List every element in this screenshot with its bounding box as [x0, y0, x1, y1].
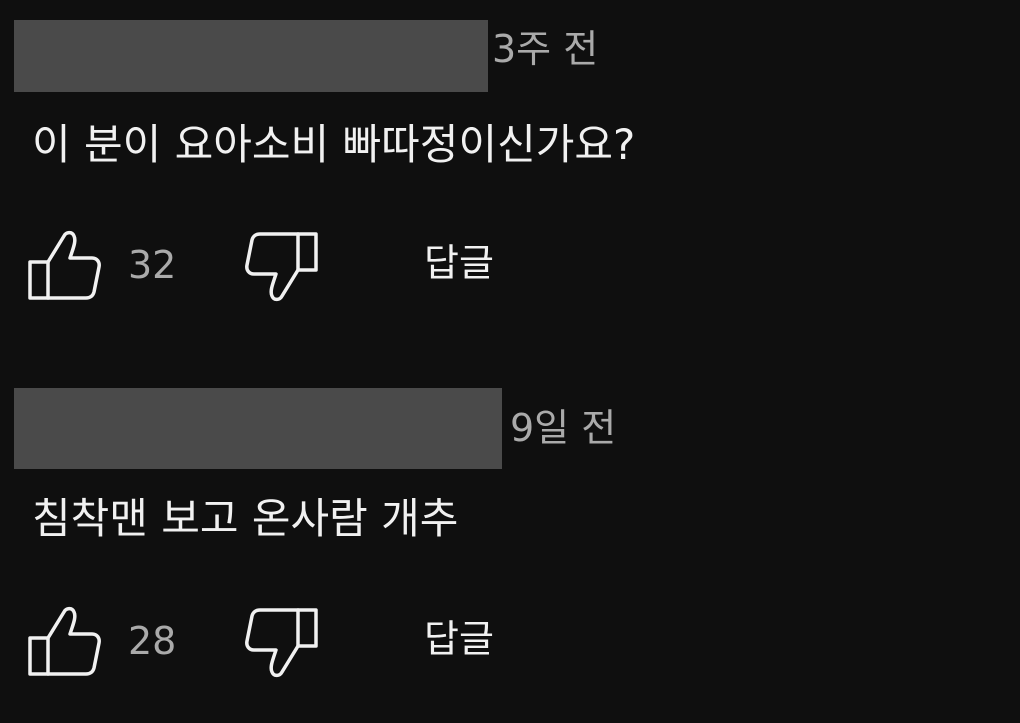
- reply-button[interactable]: 답글: [424, 244, 494, 282]
- comment-actions: 32 답글: [0, 228, 1020, 308]
- thumbs-down-icon: [245, 232, 318, 302]
- like-button[interactable]: [26, 604, 104, 678]
- comment-header: 3주 전: [0, 0, 1020, 120]
- comment-timestamp[interactable]: 9일 전: [510, 409, 616, 447]
- comment-header: 9일 전: [0, 368, 1020, 488]
- author-name-redacted[interactable]: [14, 20, 488, 92]
- comment-text: 이 분이 요아소비 빠따정이신가요?: [32, 120, 636, 169]
- like-button[interactable]: [26, 228, 104, 302]
- like-count: 28: [128, 619, 177, 663]
- comment-actions: 28 답글: [0, 604, 1020, 684]
- thumbs-up-icon: [28, 230, 101, 300]
- comment-list: 3주 전 이 분이 요아소비 빠따정이신가요? 32 답글 9일 전 침착맨 보…: [0, 0, 1020, 723]
- dislike-button[interactable]: [242, 230, 320, 304]
- comment-timestamp[interactable]: 3주 전: [492, 30, 598, 68]
- reply-button[interactable]: 답글: [424, 620, 494, 658]
- author-name-redacted[interactable]: [14, 388, 502, 469]
- comment-text: 침착맨 보고 온사람 개추: [32, 494, 459, 543]
- thumbs-down-icon: [245, 608, 318, 678]
- like-count: 32: [128, 243, 177, 287]
- thumbs-up-icon: [28, 606, 101, 676]
- dislike-button[interactable]: [242, 606, 320, 680]
